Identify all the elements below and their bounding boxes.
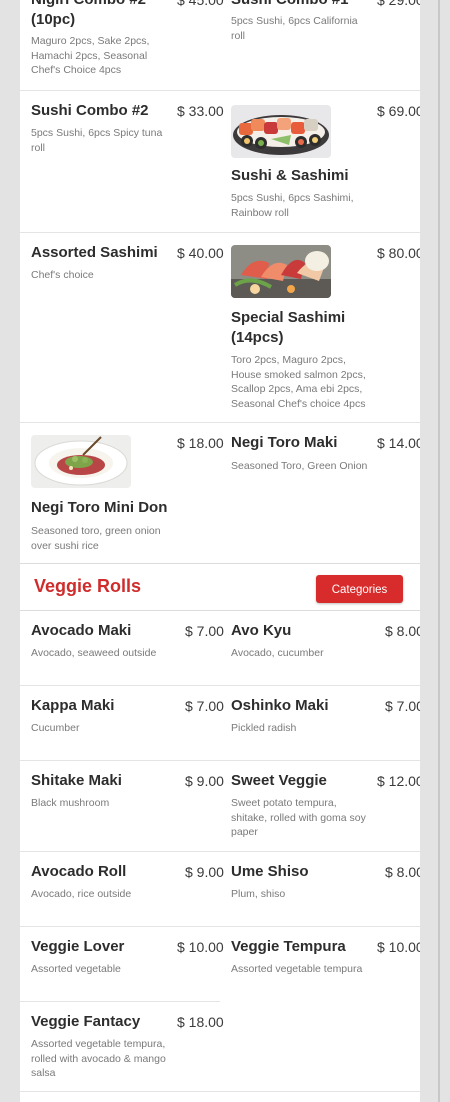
item-name: Avocado Maki [31, 622, 132, 639]
item-name: Sushi Combo #1 [231, 0, 371, 10]
item-name: Kappa Maki [31, 697, 115, 714]
item-price: $ 7.00 [185, 698, 224, 714]
menu-row: Kappa Maki $ 7.00 Cucumber Oshinko Maki … [20, 686, 420, 761]
item-name: Veggie Lover [31, 938, 125, 955]
item-description: Assorted vegetable [31, 963, 121, 975]
item-price: $ 14.00 [377, 435, 420, 451]
item-description: Avocado, seaweed outside [31, 647, 157, 659]
item-description: Toro 2pcs, Maguro 2pcs, House smoked sal… [231, 354, 366, 410]
menu-row: Nigiri Combo #2 (10pc) $ 45.00 Maguro 2p… [20, 0, 420, 91]
item-description: Plum, shiso [231, 888, 286, 900]
scrollbar-track[interactable] [438, 0, 440, 1102]
item-price: $ 8.00 [385, 864, 420, 880]
menu-item[interactable]: Sushi Combo #2 $ 33.00 5pcs Sushi, 6pcs … [31, 91, 224, 232]
menu-item[interactable]: Avocado Roll $ 9.00 Avocado, rice outsid… [31, 852, 224, 926]
item-description: Assorted vegetable tempura, rolled with … [31, 1038, 166, 1079]
negi-toro-bowl-photo[interactable] [31, 435, 131, 488]
sushi-sashimi-platter-photo[interactable] [231, 105, 331, 158]
item-description: 5pcs Sushi, 6pcs California roll [231, 15, 358, 42]
menu-row: Negi Toro Mini Don $ 18.00 Seasoned toro… [20, 423, 420, 563]
menu-item[interactable]: Avocado Maki $ 7.00 Avocado, seaweed out… [31, 611, 224, 685]
item-description: Seasoned Toro, Green Onion [231, 460, 368, 472]
categories-button[interactable]: Categories [316, 575, 403, 603]
menu-panel: Nigiri Combo #2 (10pc) $ 45.00 Maguro 2p… [20, 0, 420, 1102]
menu-item[interactable]: Kappa Maki $ 7.00 Cucumber [31, 686, 224, 760]
item-name: Assorted Sashimi [31, 244, 158, 261]
item-price: $ 69.00 [377, 103, 420, 119]
menu-item[interactable]: Veggie Tempura $ 10.00 Assorted vegetabl… [231, 927, 420, 1001]
item-description: Avocado, cucumber [231, 647, 324, 659]
menu-row: Avocado Maki $ 7.00 Avocado, seaweed out… [20, 611, 420, 686]
item-price: $ 9.00 [185, 864, 224, 880]
item-price: $ 10.00 [177, 939, 224, 955]
menu-row: Veggie Fantacy $ 18.00 Assorted vegetabl… [20, 1002, 420, 1092]
menu-item[interactable]: Assorted Sashimi $ 40.00 Chef's choice [31, 233, 224, 422]
item-price: $ 18.00 [177, 1014, 224, 1030]
item-description: Chef's choice [31, 269, 94, 281]
item-price: $ 8.00 [385, 623, 420, 639]
menu-item[interactable]: Sushi & Sashimi $ 69.00 5pcs Sushi, 6pcs… [231, 91, 420, 232]
item-price: $ 18.00 [177, 435, 224, 451]
item-description: Pickled radish [231, 722, 297, 734]
item-price: $ 12.00 [377, 773, 420, 789]
item-description: Seasoned toro, green onion over sushi ri… [31, 525, 161, 552]
item-price: $ 29.00 [377, 0, 420, 8]
item-description: Avocado, rice outside [31, 888, 132, 900]
item-name: Negi Toro Maki [231, 434, 338, 451]
item-price: $ 33.00 [177, 103, 224, 119]
menu-row: Veggie Lover $ 10.00 Assorted vegetable … [20, 927, 420, 1002]
item-description: Maguro 2pcs, Sake 2pcs, Hamachi 2pcs, Se… [31, 35, 150, 76]
item-name: Sushi & Sashimi [231, 167, 349, 184]
item-price: $ 9.00 [185, 773, 224, 789]
item-description: 5pcs Sushi, 6pcs Sashimi, Rainbow roll [231, 192, 354, 219]
item-name: Veggie Fantacy [31, 1013, 141, 1030]
menu-item[interactable]: Veggie Fantacy $ 18.00 Assorted vegetabl… [31, 1002, 224, 1091]
item-name: Oshinko Maki [231, 697, 329, 714]
item-price: $ 40.00 [177, 245, 224, 261]
item-description: Cucumber [31, 722, 80, 734]
section-title: Veggie Rolls [34, 576, 142, 596]
menu-item[interactable]: Negi Toro Mini Don $ 18.00 Seasoned toro… [31, 423, 224, 563]
menu-item[interactable]: Negi Toro Maki $ 14.00 Seasoned Toro, Gr… [231, 423, 420, 563]
item-name: Sushi Combo #2 [31, 102, 149, 119]
menu-item[interactable]: Oshinko Maki $ 7.00 Pickled radish [231, 686, 420, 760]
menu-row: Shitake Maki $ 9.00 Black mushroom Sweet… [20, 761, 420, 852]
menu-row: Assorted Sashimi $ 40.00 Chef's choice S… [20, 233, 420, 423]
item-price: $ 7.00 [385, 698, 420, 714]
item-price: $ 80.00 [377, 245, 420, 261]
menu-item[interactable]: Sweet Veggie $ 12.00 Sweet potato tempur… [231, 761, 420, 851]
item-name: Avocado Roll [31, 863, 127, 880]
item-name: Special Sashimi (14pcs) [231, 309, 346, 346]
menu-item[interactable]: Nigiri Combo #2 (10pc) $ 45.00 Maguro 2p… [31, 0, 224, 90]
item-name: Sweet Veggie [231, 772, 327, 789]
item-price: $ 10.00 [377, 939, 420, 955]
item-price: $ 7.00 [185, 623, 224, 639]
menu-item[interactable]: Ume Shiso $ 8.00 Plum, shiso [231, 852, 420, 926]
menu-item[interactable]: Sushi Combo #1 $ 29.00 5pcs Sushi, 6pcs … [231, 0, 420, 90]
menu-item[interactable]: Avo Kyu $ 8.00 Avocado, cucumber [231, 611, 420, 685]
item-description: Sweet potato tempura, shitake, rolled wi… [231, 797, 366, 838]
item-name: Nigiri Combo #2 (10pc) [31, 0, 146, 28]
item-description: Assorted vegetable tempura [231, 963, 363, 975]
menu-item[interactable]: Veggie Lover $ 10.00 Assorted vegetable [31, 927, 224, 1001]
menu-row: Avocado Roll $ 9.00 Avocado, rice outsid… [20, 852, 420, 927]
special-sashimi-photo[interactable] [231, 245, 331, 298]
menu-row: Sushi Combo #2 $ 33.00 5pcs Sushi, 6pcs … [20, 91, 420, 233]
item-name: Avo Kyu [231, 622, 292, 639]
menu-item[interactable]: Special Sashimi (14pcs) $ 80.00 Toro 2pc… [231, 233, 420, 422]
item-name: Ume Shiso [231, 863, 309, 880]
item-price: $ 45.00 [177, 0, 224, 8]
item-description: Black mushroom [31, 797, 110, 809]
item-description: 5pcs Sushi, 6pcs Spicy tuna roll [31, 127, 163, 154]
item-name: Veggie Tempura [231, 938, 346, 955]
item-name: Negi Toro Mini Don [31, 499, 168, 516]
section-header-veggie-rolls: Veggie Rolls Categories [20, 563, 420, 611]
menu-item[interactable]: Shitake Maki $ 9.00 Black mushroom [31, 761, 224, 851]
item-name: Shitake Maki [31, 772, 122, 789]
